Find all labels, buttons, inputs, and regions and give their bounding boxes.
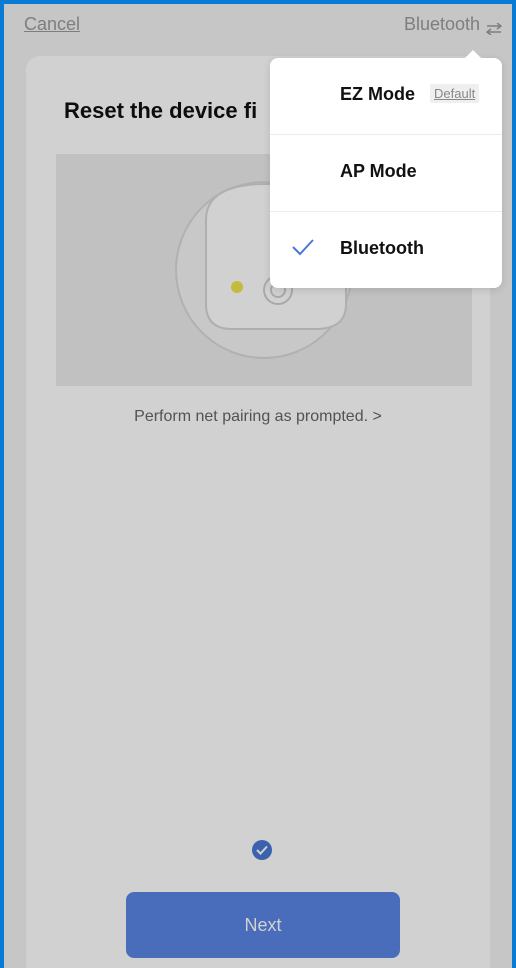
menu-item-label: EZ Mode (340, 84, 415, 104)
menu-item-ap-mode[interactable]: AP Mode (270, 135, 502, 212)
default-badge: Default (430, 84, 480, 103)
mode-dropdown-menu: EZ Mode Default AP Mode Bluetooth (270, 50, 502, 288)
menu-item-label: AP Mode (340, 161, 417, 181)
app-screen: Cancel Bluetooth Reset the device fi Per… (4, 4, 512, 968)
menu-item-label: Bluetooth (340, 238, 424, 258)
check-icon (292, 238, 314, 256)
menu-item-ez-mode[interactable]: EZ Mode Default (270, 58, 502, 135)
menu-item-bluetooth[interactable]: Bluetooth (270, 212, 502, 288)
